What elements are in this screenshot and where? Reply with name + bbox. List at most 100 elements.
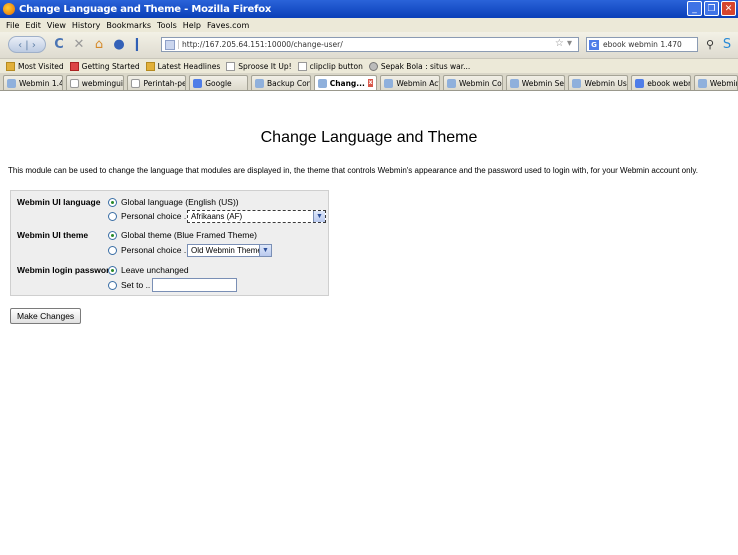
page-icon — [226, 61, 236, 71]
bookmark-label: Sproose It Up! — [238, 61, 292, 71]
chevron-down-icon[interactable]: ▼ — [259, 245, 271, 256]
menu-edit[interactable]: Edit — [25, 21, 41, 30]
global-theme-text: Global theme (Blue Framed Theme) — [121, 230, 257, 240]
personal-theme-text: Personal choice .. — [121, 245, 189, 255]
tab-webmin[interactable]: Webmin — [693, 75, 738, 90]
tab-perintah[interactable]: Perintah-peri... — [127, 75, 187, 90]
menu-help[interactable]: Help — [183, 21, 201, 30]
webmin-icon — [509, 78, 519, 88]
skype-icon[interactable]: S — [720, 36, 734, 53]
home-icon[interactable]: ⌂ — [92, 36, 106, 53]
bookmark-icon[interactable]: ❙ — [130, 36, 144, 53]
page-content: Change Language and Theme This module ca… — [0, 91, 738, 555]
tab-label: webminguide... — [81, 78, 124, 88]
tab-label: Webmin Serv... — [521, 78, 565, 88]
theme-select[interactable]: Old Webmin Theme ▼ — [187, 244, 272, 257]
search-text[interactable]: ebook webmin 1.470 — [603, 40, 682, 49]
google-icon — [635, 78, 645, 88]
back-forward-button[interactable]: ‹ | › — [8, 36, 46, 53]
tab-webminguide[interactable]: webminguide... — [65, 75, 125, 90]
close-button[interactable]: ✕ — [721, 1, 736, 16]
menu-bookmarks[interactable]: Bookmarks — [106, 21, 151, 30]
webmin-icon — [384, 78, 394, 88]
url-text[interactable]: http://167.205.64.151:10000/change-user/ — [178, 40, 343, 49]
global-theme-radio[interactable] — [108, 230, 117, 240]
tab-change-language[interactable]: Chang... x — [313, 75, 378, 90]
webmin-icon — [447, 78, 457, 88]
tab-label: Webmin Users — [584, 78, 627, 88]
bookmark-label: Most Visited — [18, 61, 64, 71]
settings-form: Webmin UI language Global language (Engl… — [10, 190, 329, 296]
search-bar[interactable]: G ebook webmin 1.470 — [586, 37, 698, 52]
tab-webmin-servers[interactable]: Webmin Serv... — [505, 75, 566, 90]
stop-icon[interactable]: ✕ — [72, 36, 86, 53]
page-icon — [297, 61, 307, 71]
menu-tools[interactable]: Tools — [157, 21, 177, 30]
tab-close-icon[interactable]: x — [367, 79, 374, 87]
leave-unchanged-option[interactable]: Leave unchanged — [108, 265, 189, 275]
password-input[interactable] — [152, 278, 237, 292]
tab-ebook-webmin[interactable]: ebook webmi... — [631, 75, 691, 90]
bookmark-clipclip[interactable]: clipclip button — [297, 61, 363, 71]
menu-view[interactable]: View — [47, 21, 66, 30]
bookmark-latest-headlines[interactable]: Latest Headlines — [145, 61, 221, 71]
bookmark-label: Getting Started — [81, 61, 140, 71]
tab-label: Webmin 1.47... — [19, 78, 63, 88]
tab-webmin-users[interactable]: Webmin Users — [568, 75, 629, 90]
menu-file[interactable]: File — [6, 21, 19, 30]
bookmark-most-visited[interactable]: Most Visited — [6, 61, 64, 71]
global-theme-option[interactable]: Global theme (Blue Framed Theme) — [108, 230, 257, 240]
theme-label: Webmin UI theme — [17, 230, 89, 240]
theme-select-value: Old Webmin Theme — [191, 246, 262, 255]
bookmark-label: clipclip button — [309, 61, 363, 71]
menu-faves[interactable]: Faves.com — [207, 21, 249, 30]
tab-google[interactable]: Google — [189, 75, 248, 90]
chevron-down-icon[interactable]: ▼ — [313, 211, 325, 222]
tab-label: Chang... — [329, 78, 365, 88]
tab-webmin-147[interactable]: Webmin 1.47... — [3, 75, 63, 90]
firefox-icon — [3, 3, 15, 15]
leave-unchanged-radio[interactable] — [108, 265, 117, 275]
rss-icon — [145, 61, 155, 71]
personal-theme-option[interactable]: Personal choice .. — [108, 245, 189, 255]
global-language-option[interactable]: Global language (English (US)) — [108, 197, 239, 207]
personal-language-text: Personal choice .. — [121, 211, 189, 221]
language-label: Webmin UI language — [17, 197, 101, 207]
bookmarks-toolbar: Most Visited Getting Started Latest Head… — [0, 59, 738, 73]
language-select[interactable]: Afrikaans (AF) ▼ — [187, 210, 326, 223]
bookmark-sepak-bola[interactable]: Sepak Bola : situs war... — [368, 61, 471, 71]
set-password-radio[interactable] — [108, 280, 117, 290]
page-icon — [131, 78, 141, 88]
navigation-toolbar: ‹ | › C ✕ ⌂ ● ❙ http://167.205.64.151:10… — [0, 32, 738, 59]
tab-label: Webmin Con... — [459, 78, 502, 88]
tab-webmin-config[interactable]: Webmin Con... — [443, 75, 503, 90]
set-password-text: Set to .. — [121, 280, 151, 290]
reload-icon[interactable]: C — [52, 36, 66, 53]
bookmark-getting-started[interactable]: Getting Started — [69, 61, 140, 71]
tab-label: Google — [205, 78, 232, 88]
bookmark-label: Latest Headlines — [157, 61, 221, 71]
address-bar[interactable]: http://167.205.64.151:10000/change-user/… — [161, 37, 579, 52]
magnifier-icon[interactable]: ⚲ — [703, 36, 717, 53]
addon-icon[interactable]: ● — [112, 36, 126, 53]
tab-webmin-actions[interactable]: Webmin Acti... — [380, 75, 441, 90]
bookmark-label: Sepak Bola : situs war... — [380, 61, 471, 71]
set-password-option[interactable]: Set to .. — [108, 280, 150, 290]
tab-backup-config[interactable]: Backup Confi... — [250, 75, 311, 90]
bookmark-sproose[interactable]: Sproose It Up! — [226, 61, 292, 71]
google-icon — [193, 78, 203, 88]
minimize-button[interactable]: _ — [687, 1, 702, 16]
leave-unchanged-text: Leave unchanged — [121, 265, 189, 275]
global-language-radio[interactable] — [108, 197, 117, 207]
star-icon[interactable]: ☆ ▾ — [555, 38, 572, 49]
make-changes-button[interactable]: Make Changes — [10, 308, 82, 324]
google-search-icon[interactable]: G — [589, 39, 599, 50]
firefox-bookmark-icon — [69, 61, 79, 71]
personal-language-option[interactable]: Personal choice .. — [108, 211, 189, 221]
personal-language-radio[interactable] — [108, 211, 117, 221]
menu-history[interactable]: History — [72, 21, 100, 30]
maximize-button[interactable]: ❐ — [704, 1, 719, 16]
personal-theme-radio[interactable] — [108, 245, 117, 255]
tab-label: ebook webmi... — [647, 78, 690, 88]
folder-icon — [6, 61, 15, 71]
